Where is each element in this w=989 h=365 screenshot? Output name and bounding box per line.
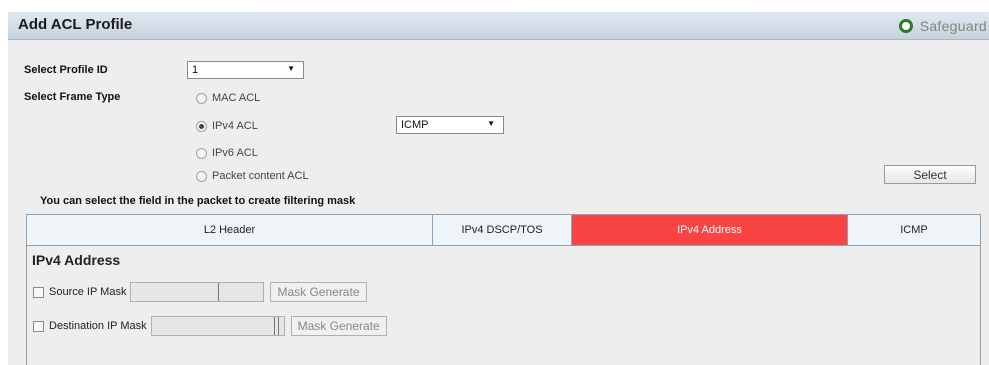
select-button[interactable]: Select: [884, 165, 976, 184]
source-mask-generate-button[interactable]: Mask Generate: [270, 282, 367, 302]
protocol-select[interactable]: ICMP ▼: [396, 116, 504, 134]
safeguard-label: Safeguard: [919, 18, 987, 34]
page-title: Add ACL Profile: [18, 16, 133, 33]
source-ip-mask-label: Source IP Mask: [49, 286, 127, 298]
radio-packet-content-acl[interactable]: Packet content ACL: [196, 170, 309, 182]
radio-mac-acl[interactable]: MAC ACL: [196, 92, 260, 104]
destination-ip-mask-checkbox[interactable]: [33, 320, 44, 332]
tab-ipv4-dscp-tos[interactable]: IPv4 DSCP/TOS: [433, 215, 572, 245]
radio-label: IPv4 ACL: [212, 120, 258, 132]
source-ip-mask-input[interactable]: [130, 282, 265, 302]
radio-button-checked-icon: [196, 120, 207, 132]
radio-ipv6-acl[interactable]: IPv6 ACL: [196, 147, 258, 159]
tab-l2-header[interactable]: L2 Header: [27, 215, 433, 245]
source-ip-mask-checkbox[interactable]: [33, 286, 44, 298]
radio-label: MAC ACL: [212, 92, 261, 104]
tab-icmp[interactable]: ICMP: [848, 215, 980, 245]
radio-button-icon: [196, 92, 207, 104]
radio-label: Packet content ACL: [212, 170, 309, 182]
page-header: Add ACL Profile Safeguard: [8, 12, 989, 40]
destination-ip-mask-label: Destination IP Mask: [49, 320, 147, 332]
destination-ip-mask-input[interactable]: [150, 316, 285, 336]
tab-ipv4-address[interactable]: IPv4 Address: [572, 215, 848, 245]
safeguard-indicator: Safeguard: [898, 18, 987, 34]
radio-label: IPv6 ACL: [212, 147, 258, 159]
radio-ipv4-acl[interactable]: IPv4 ACL: [196, 120, 258, 132]
source-ip-mask-row: Source IP Mask Mask Generate: [33, 282, 367, 302]
filter-mask-hint: You can select the field in the packet t…: [40, 195, 356, 207]
destination-mask-generate-button[interactable]: Mask Generate: [290, 316, 387, 336]
destination-ip-mask-row: Destination IP Mask Mask Generate: [33, 316, 387, 336]
field-tabs: L2 Header IPv4 DSCP/TOS IPv4 Address ICM…: [26, 214, 981, 246]
section-title: IPv4 Address: [32, 252, 121, 268]
radio-button-icon: [196, 147, 207, 159]
profile-id-select[interactable]: 1 ▼: [187, 61, 304, 79]
profile-id-label: Select Profile ID: [24, 64, 108, 76]
frame-type-label: Select Frame Type: [24, 91, 121, 103]
profile-id-value: 1: [192, 64, 199, 76]
ipv4-address-section: IPv4 Address Source IP Mask Mask Generat…: [26, 246, 981, 365]
protocol-value: ICMP: [401, 119, 429, 131]
chevron-down-icon: ▼: [287, 64, 295, 73]
safeguard-icon: [898, 19, 913, 33]
chevron-down-icon: ▼: [487, 119, 495, 128]
radio-button-icon: [196, 170, 207, 182]
